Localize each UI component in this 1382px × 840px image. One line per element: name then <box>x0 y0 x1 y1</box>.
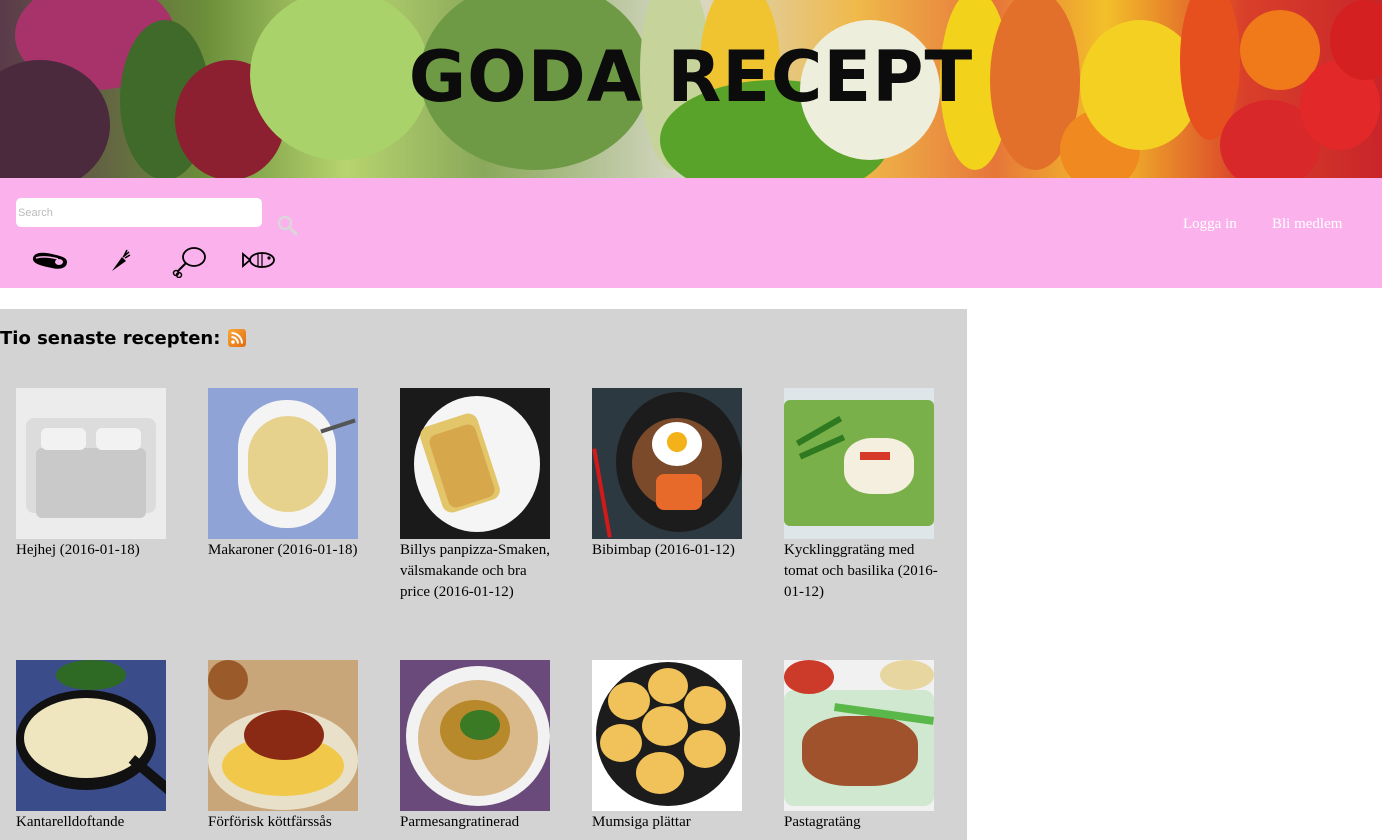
recipe-thumbnail[interactable] <box>400 660 550 811</box>
site-title: GODA RECEPT <box>408 36 974 118</box>
signup-link[interactable]: Bli medlem <box>1272 216 1342 233</box>
search-input[interactable] <box>16 198 262 227</box>
recipe-thumbnail[interactable] <box>784 660 934 811</box>
recipe-title[interactable]: Mumsiga plättar <box>592 812 752 833</box>
meat-icon[interactable] <box>30 244 70 278</box>
recipe-title[interactable]: Billys panpizza-Smaken, välsmakande och … <box>400 540 560 603</box>
recent-recipes-heading: Tio senaste recepten: <box>0 328 221 349</box>
search-icon[interactable] <box>276 214 300 238</box>
recipe-thumbnail[interactable] <box>592 660 742 811</box>
recipe-title[interactable]: Hejhej (2016-01-18) <box>16 540 176 561</box>
chicken-leg-icon[interactable] <box>170 244 210 279</box>
recipe-thumbnail[interactable] <box>16 660 166 811</box>
recipe-title[interactable]: Förförisk köttfärssås <box>208 812 368 833</box>
recipe-thumbnail[interactable] <box>400 388 550 539</box>
recipe-thumbnail[interactable] <box>592 388 742 539</box>
carrot-icon[interactable] <box>108 244 132 278</box>
fish-icon[interactable] <box>240 244 282 278</box>
recipe-title[interactable]: Makaroner (2016-01-18) <box>208 540 368 561</box>
rss-icon[interactable] <box>228 329 246 347</box>
recipe-thumbnail[interactable] <box>208 660 358 811</box>
recipe-title[interactable]: Pastagratäng <box>784 812 944 833</box>
recipe-thumbnail[interactable] <box>208 388 358 539</box>
login-link[interactable]: Logga in <box>1183 216 1237 233</box>
recipe-title[interactable]: Bibimbap (2016-01-12) <box>592 540 752 561</box>
recipe-thumbnail[interactable] <box>16 388 166 539</box>
recipe-title[interactable]: Parmesangratinerad <box>400 812 560 833</box>
recipe-thumbnail[interactable] <box>784 388 934 539</box>
header-banner: GODA RECEPT <box>0 0 1382 178</box>
recipe-title[interactable]: Kycklinggratäng med tomat och basilika (… <box>784 540 944 603</box>
recipe-title[interactable]: Kantarelldoftande <box>16 812 176 833</box>
